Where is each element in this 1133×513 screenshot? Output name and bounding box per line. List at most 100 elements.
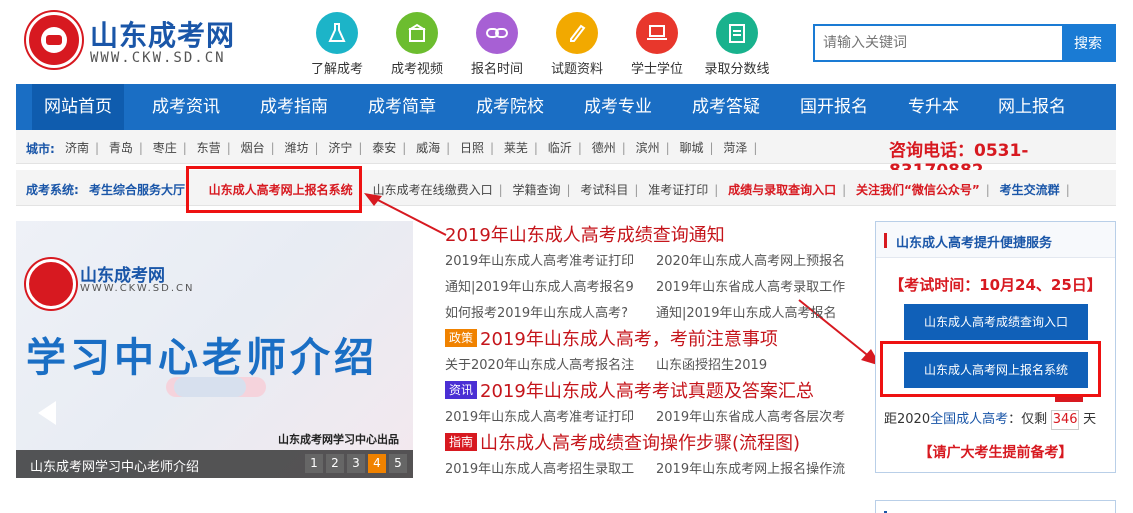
quick-link-understand[interactable]: 了解成考 <box>301 12 373 77</box>
news-link[interactable]: 如何报考2019年山东成人高考? <box>445 306 628 321</box>
news-link[interactable]: 山东函授招生2019 <box>656 353 767 379</box>
system-link-group[interactable]: 考生交流群 <box>997 183 1063 197</box>
clipboard-icon <box>716 12 758 54</box>
news-headline[interactable]: 2019年山东成人高考，考前注意事项 <box>480 329 778 350</box>
nav-item-online-signup[interactable]: 网上报名 <box>986 84 1078 130</box>
news-row: 2019年山东成人高考准考证打印 2020年山东成人高考网上预报名 <box>445 249 855 275</box>
site-header: 山东成考网 WWW.CKW.SD.CN 了解成考 成考视频 报名时间 试题资料 … <box>0 0 1133 84</box>
banner-decoration <box>174 377 246 397</box>
nav-item-upgrade[interactable]: 专升本 <box>896 84 971 130</box>
countdown-days: 346 <box>1051 410 1080 430</box>
news-tag[interactable]: 指南 <box>445 433 478 451</box>
news-link[interactable]: 2019年山东省成人高考录取工作 <box>656 275 845 301</box>
banner-page[interactable]: 1 <box>305 454 323 473</box>
quick-link-label: 学士学位 <box>630 62 683 77</box>
news-tag[interactable]: 政策 <box>445 329 478 347</box>
news-link[interactable]: 2019年山东成人高考准考证打印 <box>445 410 634 425</box>
nav-item-colleges[interactable]: 成考院校 <box>464 84 556 130</box>
score-query-button[interactable]: 山东成人高考成绩查询入口 <box>904 304 1088 340</box>
banner-page[interactable]: 3 <box>347 454 365 473</box>
news-headline[interactable]: 2019年山东成人高考考试真题及答案汇总 <box>480 381 814 402</box>
search-input[interactable] <box>815 26 1062 60</box>
city-link[interactable]: 东营 <box>194 141 224 155</box>
system-link-wechat[interactable]: 关注我们“微信公众号” <box>853 183 983 197</box>
flask-icon <box>316 12 358 54</box>
nav-item-brochure[interactable]: 成考简章 <box>356 84 448 130</box>
countdown-link[interactable]: 全国成人高考 <box>930 412 1008 427</box>
news-headline[interactable]: 山东成人高考成绩查询操作步骤(流程图) <box>480 433 800 454</box>
city-link[interactable]: 临沂 <box>545 141 575 155</box>
nav-item-majors[interactable]: 成考专业 <box>572 84 664 130</box>
quick-link-label: 成考视频 <box>390 62 443 77</box>
city-list: 济南 | 青岛 | 枣庄 | 东营 | 烟台 | 潍坊 | 济宁 | 泰安 | 威海 | 日照 | … <box>62 139 760 156</box>
logo-seal-icon <box>26 12 82 68</box>
city-link[interactable]: 青岛 <box>106 141 136 155</box>
city-link[interactable]: 济南 <box>62 141 92 155</box>
site-logo[interactable]: 山东成考网 WWW.CKW.SD.CN <box>24 10 254 70</box>
city-link[interactable]: 烟台 <box>238 141 268 155</box>
news-headline-row: 指南 山东成人高考成绩查询操作步骤(流程图) <box>445 431 855 457</box>
quick-link-video[interactable]: 成考视频 <box>381 12 453 77</box>
promo-banner[interactable]: 山东成考网 WWW.CKW.SD.CN 学习中心老师介绍 山东成考网学习中心出品… <box>16 221 413 478</box>
system-link-results[interactable]: 成绩与录取查询入口 <box>725 183 839 197</box>
banner-page[interactable]: 5 <box>389 454 407 473</box>
news-link[interactable]: 通知|2019年山东成人高考报名 <box>656 301 836 327</box>
news-link[interactable]: 2019年山东省成人高考各层次考 <box>656 405 845 431</box>
news-headline[interactable]: 2019年山东成人高考成绩查询通知 <box>445 223 855 249</box>
nav-item-open-university[interactable]: 国开报名 <box>788 84 880 130</box>
quick-link-label: 试题资料 <box>550 62 603 77</box>
news-link[interactable]: 关于2020年山东成人高考报名注 <box>445 358 634 373</box>
banner-prev-icon[interactable] <box>38 401 56 425</box>
nav-item-qa[interactable]: 成考答疑 <box>680 84 772 130</box>
city-link[interactable]: 日照 <box>457 141 487 155</box>
exam-time: 【考试时间：10月24、25日】 <box>889 276 1102 294</box>
system-link-subjects[interactable]: 考试科目 <box>577 183 631 197</box>
city-link[interactable]: 潍坊 <box>281 141 311 155</box>
city-link[interactable]: 泰安 <box>369 141 399 155</box>
highlight-box-signup-button <box>880 341 1101 397</box>
system-link-service-hall[interactable]: 考生综合服务大厅 <box>86 183 188 197</box>
search-button[interactable]: 搜索 <box>1062 26 1114 60</box>
city-link[interactable]: 滨州 <box>633 141 663 155</box>
news-link[interactable]: 2019年山东成人高考准考证打印 <box>445 254 634 269</box>
quick-link-scores[interactable]: 录取分数线 <box>701 12 773 77</box>
banner-logo-icon <box>26 259 76 309</box>
city-link[interactable]: 枣庄 <box>150 141 180 155</box>
quick-link-materials[interactable]: 试题资料 <box>541 12 613 77</box>
quick-link-signup-time[interactable]: 报名时间 <box>461 12 533 77</box>
quick-link-degree[interactable]: 学士学位 <box>621 12 693 77</box>
news-headline-row: 政策 2019年山东成人高考，考前注意事项 <box>445 327 855 353</box>
system-link-status-query[interactable]: 学籍查询 <box>509 183 563 197</box>
news-tag[interactable]: 资讯 <box>445 381 478 399</box>
city-link[interactable]: 菏泽 <box>720 141 750 155</box>
laptop-icon <box>636 12 678 54</box>
city-link[interactable]: 聊城 <box>676 141 706 155</box>
news-link[interactable]: 2019年山东成人高考招生录取工 <box>445 462 634 477</box>
city-link[interactable]: 德州 <box>589 141 619 155</box>
system-bar-title: 成考系统: <box>26 183 79 197</box>
system-link-admission-ticket[interactable]: 准考证打印 <box>645 183 711 197</box>
city-bar-title: 城市: <box>26 142 55 156</box>
quick-link-label: 录取分数线 <box>704 62 770 77</box>
city-link[interactable]: 威海 <box>413 141 443 155</box>
banner-page[interactable]: 2 <box>326 454 344 473</box>
news-row: 如何报考2019年山东成人高考? 通知|2019年山东成人高考报名 <box>445 301 855 327</box>
city-link[interactable]: 莱芜 <box>501 141 531 155</box>
title-bar-marker <box>884 233 887 248</box>
city-link[interactable]: 济宁 <box>325 141 355 155</box>
banner-page-active[interactable]: 4 <box>368 454 386 473</box>
news-list: 2019年山东成人高考成绩查询通知 2019年山东成人高考准考证打印 2020年山… <box>445 223 855 483</box>
nav-item-home[interactable]: 网站首页 <box>32 84 124 130</box>
banner-caption-bar: 山东成考网学习中心老师介绍 1 2 3 4 5 <box>16 450 413 478</box>
main-nav: 网站首页 成考资讯 成考指南 成考简章 成考院校 成考专业 成考答疑 国开报名 … <box>16 84 1116 130</box>
building-icon <box>396 12 438 54</box>
logo-url: WWW.CKW.SD.CN <box>90 50 226 66</box>
logo-name: 山东成考网 <box>90 19 236 52</box>
news-link[interactable]: 2020年山东成人高考网上预报名 <box>656 249 845 275</box>
news-link[interactable]: 通知|2019年山东成人高考报名9 <box>445 280 634 295</box>
nav-item-news[interactable]: 成考资讯 <box>140 84 232 130</box>
nav-item-guide[interactable]: 成考指南 <box>248 84 340 130</box>
prepare-notice: 【请广大考生提前备考】 <box>918 445 1073 461</box>
news-row: 2019年山东成人高考准考证打印 2019年山东省成人高考各层次考 <box>445 405 855 431</box>
news-link[interactable]: 2019年山东成考网上报名操作流 <box>656 457 845 483</box>
